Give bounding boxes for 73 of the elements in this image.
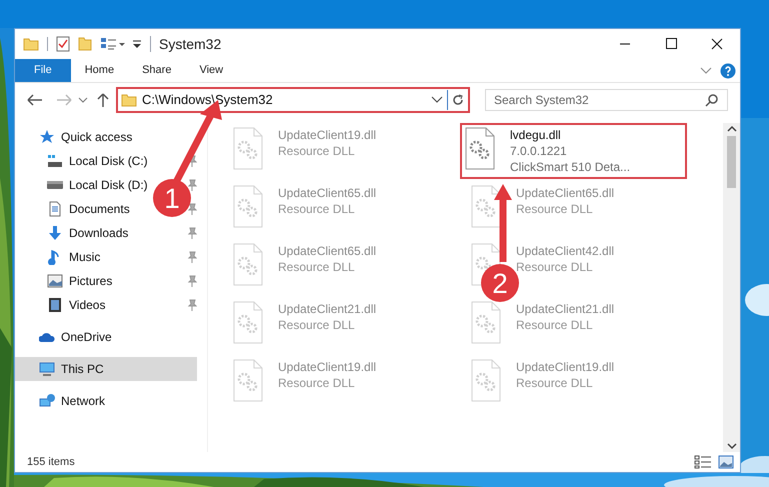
ribbon-tab[interactable]: View bbox=[185, 59, 238, 82]
ribbon-tab[interactable]: File bbox=[15, 59, 71, 82]
file-type: Resource DLL bbox=[278, 259, 356, 275]
back-button[interactable] bbox=[25, 92, 45, 108]
scrollbar[interactable] bbox=[723, 123, 740, 452]
item-count: 155 items bbox=[27, 454, 75, 470]
pin-icon[interactable] bbox=[187, 227, 197, 239]
download-arrow-icon bbox=[47, 225, 63, 241]
file-type: Resource DLL bbox=[516, 259, 594, 275]
sidebar-item[interactable]: Documents bbox=[15, 197, 134, 221]
customize-toolbar-icon[interactable] bbox=[132, 38, 142, 50]
recent-locations-icon[interactable] bbox=[78, 96, 88, 104]
star-icon bbox=[39, 129, 55, 145]
dll-file-icon bbox=[232, 359, 264, 403]
help-icon[interactable] bbox=[720, 62, 736, 78]
file-type: Resource DLL bbox=[278, 375, 356, 391]
pin-icon[interactable] bbox=[187, 179, 197, 191]
drive-icon bbox=[47, 153, 63, 169]
file-description: ClickSmart 510 Deta... bbox=[510, 159, 630, 175]
search-icon[interactable] bbox=[705, 93, 719, 107]
ribbon-tab[interactable]: Home bbox=[70, 59, 128, 82]
sidebar-item[interactable]: Quick access bbox=[15, 125, 136, 149]
file-type: Resource DLL bbox=[278, 143, 356, 159]
large-icons-view-icon[interactable] bbox=[718, 455, 734, 469]
sidebar-item[interactable]: Local Disk (D:) bbox=[15, 173, 152, 197]
address-path: C:\Windows\System32 bbox=[142, 91, 273, 110]
sidebar-item[interactable]: Network bbox=[15, 389, 110, 413]
dll-file-icon bbox=[232, 301, 264, 345]
sidebar-item[interactable]: Pictures bbox=[15, 269, 116, 293]
picture-icon bbox=[47, 273, 63, 289]
film-icon bbox=[47, 297, 63, 313]
scrollbar-thumb[interactable] bbox=[727, 136, 736, 188]
dll-file-icon bbox=[232, 185, 264, 229]
network-icon bbox=[39, 393, 55, 409]
file-type: Resource DLL bbox=[278, 317, 356, 333]
pin-icon[interactable] bbox=[187, 275, 197, 287]
pin-icon[interactable] bbox=[187, 299, 197, 311]
folder-icon bbox=[121, 92, 137, 108]
sidebar-item[interactable]: OneDrive bbox=[15, 325, 116, 349]
pin-icon[interactable] bbox=[187, 203, 197, 215]
ribbon-tab[interactable]: Share bbox=[128, 59, 186, 82]
sidebar-item[interactable]: This PC bbox=[15, 357, 197, 381]
file-type: Resource DLL bbox=[278, 201, 356, 217]
pin-icon[interactable] bbox=[187, 251, 197, 263]
search-field[interactable]: Search System32 bbox=[485, 89, 728, 111]
file-type: Resource DLL bbox=[516, 375, 594, 391]
step-badge: 1 bbox=[153, 179, 191, 217]
file-type: Resource DLL bbox=[516, 317, 594, 333]
file-type: Resource DLL bbox=[516, 201, 594, 217]
file-type: 7.0.0.1221 bbox=[510, 143, 568, 159]
highlighted-file-item[interactable]: lvdegu.dll 7.0.0.1221 ClickSmart 510 Deta... bbox=[460, 123, 687, 179]
window-title: System32 bbox=[159, 34, 222, 54]
up-button[interactable] bbox=[96, 92, 110, 108]
document-icon bbox=[47, 201, 63, 217]
dll-file-icon bbox=[232, 243, 264, 287]
sidebar-item[interactable]: Videos bbox=[15, 293, 110, 317]
sidebar-item[interactable]: Downloads bbox=[15, 221, 132, 245]
monitor-icon bbox=[39, 361, 55, 377]
dll-file-icon bbox=[470, 301, 502, 345]
sidebar-item[interactable]: Local Disk (C:) bbox=[15, 149, 152, 173]
view-list-icon[interactable] bbox=[100, 37, 126, 51]
dll-file-icon bbox=[470, 185, 502, 229]
dropdown-icon[interactable] bbox=[431, 96, 443, 104]
file-name[interactable]: lvdegu.dll bbox=[510, 127, 630, 143]
dll-file-icon bbox=[470, 359, 502, 403]
address-bar[interactable]: C:\Windows\System32 bbox=[116, 87, 470, 113]
expand-ribbon-icon[interactable] bbox=[700, 66, 712, 74]
dll-file-icon bbox=[232, 127, 264, 171]
dll-file-icon bbox=[464, 127, 496, 171]
search-input[interactable]: Search System32 bbox=[494, 91, 705, 109]
details-view-icon[interactable] bbox=[694, 455, 712, 469]
sidebar-item[interactable]: Music bbox=[15, 245, 104, 269]
properties-icon[interactable] bbox=[56, 36, 70, 52]
